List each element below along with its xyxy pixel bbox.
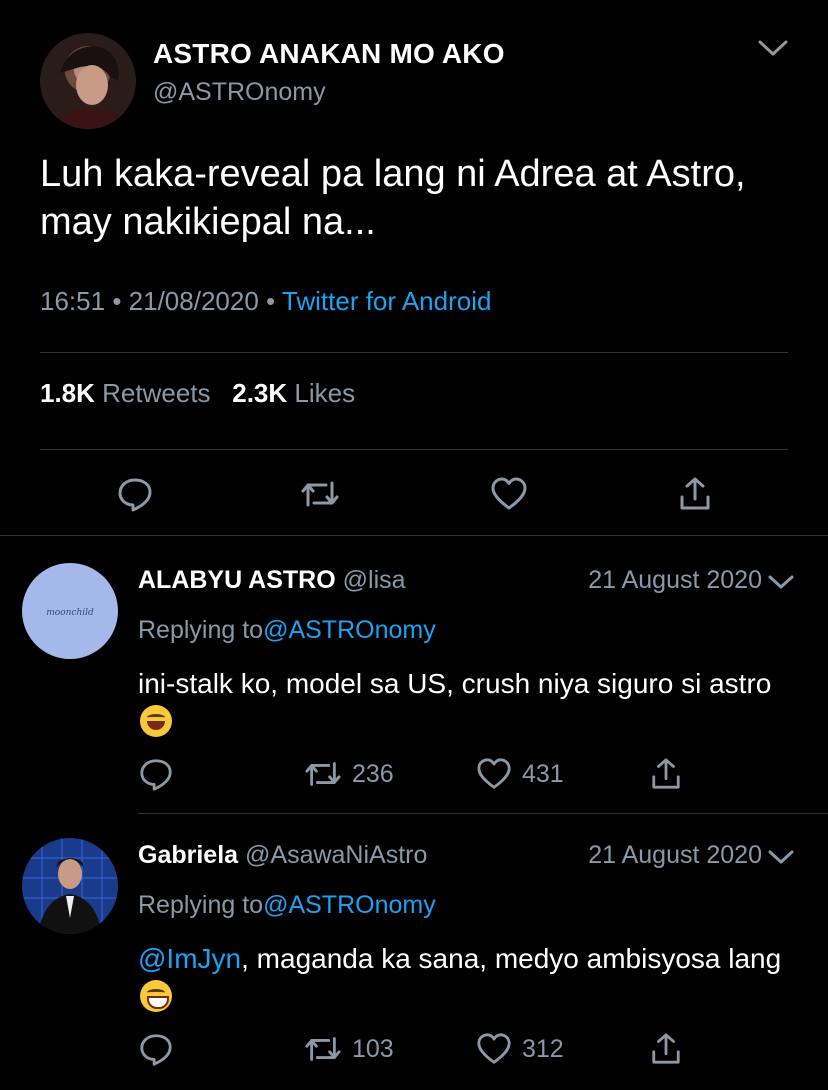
retweet-button[interactable]: 103 bbox=[304, 1031, 394, 1067]
chevron-down-icon[interactable] bbox=[756, 36, 790, 60]
like-icon[interactable] bbox=[490, 475, 528, 513]
share-icon[interactable] bbox=[650, 1031, 682, 1067]
tweet-date: 21/08/2020 bbox=[128, 286, 259, 316]
reply-text: @ImJyn, maganda ka sana, medyo ambisyosa… bbox=[138, 940, 798, 1016]
meta-separator: • bbox=[266, 286, 276, 316]
author-handle[interactable]: @lisa bbox=[343, 566, 406, 594]
retweet-count: 103 bbox=[352, 1034, 394, 1063]
replying-handle-link[interactable]: @ASTROnomy bbox=[263, 891, 436, 919]
retweet-icon bbox=[304, 756, 342, 792]
beaming-face-icon bbox=[140, 980, 172, 1012]
tweet-stats: 1.8K Retweets 2.3K Likes bbox=[40, 378, 355, 409]
like-button[interactable]: 312 bbox=[476, 1031, 564, 1067]
retweets-stat[interactable]: 1.8K Retweets bbox=[40, 378, 218, 408]
likes-stat[interactable]: 2.3K Likes bbox=[232, 378, 355, 408]
retweet-icon bbox=[304, 1031, 342, 1067]
author-name[interactable]: Gabriela bbox=[138, 841, 238, 869]
like-icon bbox=[476, 1031, 512, 1067]
retweet-button[interactable]: 236 bbox=[304, 756, 394, 792]
grinning-squinting-face-icon bbox=[140, 705, 172, 737]
reply-text: ini-stalk ko, model sa US, crush niya si… bbox=[138, 665, 798, 741]
like-icon bbox=[476, 756, 512, 792]
replying-label: Replying to bbox=[138, 616, 264, 644]
reply-author: Gabriela @AsawaNiAstro bbox=[138, 841, 427, 870]
reply-text-body: , maganda ka sana, medyo ambisyosa lang bbox=[241, 943, 782, 974]
replying-to: Replying to@ASTROnomy bbox=[138, 616, 436, 645]
tweet-time: 16:51 bbox=[40, 286, 106, 316]
chevron-down-icon[interactable] bbox=[766, 571, 796, 593]
retweet-icon[interactable] bbox=[300, 475, 340, 513]
replying-handle-link[interactable]: @ASTROnomy bbox=[263, 616, 436, 644]
avatar[interactable] bbox=[22, 838, 118, 934]
reply-text-body: ini-stalk ko, model sa US, crush niya si… bbox=[138, 668, 772, 699]
like-button[interactable]: 431 bbox=[476, 756, 564, 792]
retweet-count: 236 bbox=[352, 759, 394, 788]
divider bbox=[138, 813, 828, 814]
share-icon[interactable] bbox=[678, 475, 712, 513]
retweets-label: Retweets bbox=[102, 378, 211, 408]
author-name[interactable]: ASTRO ANAKAN MO AKO bbox=[153, 38, 505, 70]
avatar[interactable]: moonchild bbox=[22, 563, 118, 659]
avatar-text: moonchild bbox=[46, 608, 94, 618]
tweet-meta: 16:51 • 21/08/2020 • Twitter for Android bbox=[40, 286, 491, 317]
reply-icon[interactable] bbox=[138, 756, 174, 792]
divider bbox=[0, 535, 828, 536]
likes-label: Likes bbox=[294, 378, 356, 408]
replying-label: Replying to bbox=[138, 891, 264, 919]
reply-icon[interactable] bbox=[116, 475, 154, 513]
like-count: 431 bbox=[522, 759, 564, 788]
divider bbox=[40, 352, 788, 353]
mention-link[interactable]: @ImJyn bbox=[138, 943, 241, 974]
replying-to: Replying to@ASTROnomy bbox=[138, 891, 436, 920]
like-count: 312 bbox=[522, 1034, 564, 1063]
chevron-down-icon[interactable] bbox=[766, 846, 796, 868]
tweet-source-link[interactable]: Twitter for Android bbox=[282, 286, 492, 316]
meta-separator: • bbox=[112, 286, 122, 316]
reply-date[interactable]: 21 August 2020 bbox=[588, 841, 762, 870]
reply-author: ALABYU ASTRO @lisa bbox=[138, 566, 406, 595]
likes-count: 2.3K bbox=[232, 378, 288, 408]
divider bbox=[40, 449, 788, 450]
reply-date[interactable]: 21 August 2020 bbox=[588, 566, 762, 595]
avatar[interactable] bbox=[40, 33, 136, 129]
author-handle[interactable]: @AsawaNiAstro bbox=[245, 841, 427, 869]
tweet-text: Luh kaka-reveal pa lang ni Adrea at Astr… bbox=[40, 153, 746, 243]
author-handle[interactable]: @ASTROnomy bbox=[153, 78, 326, 107]
share-icon[interactable] bbox=[650, 756, 682, 792]
retweets-count: 1.8K bbox=[40, 378, 95, 408]
reply-icon[interactable] bbox=[138, 1031, 174, 1067]
author-name[interactable]: ALABYU ASTRO bbox=[138, 566, 336, 594]
